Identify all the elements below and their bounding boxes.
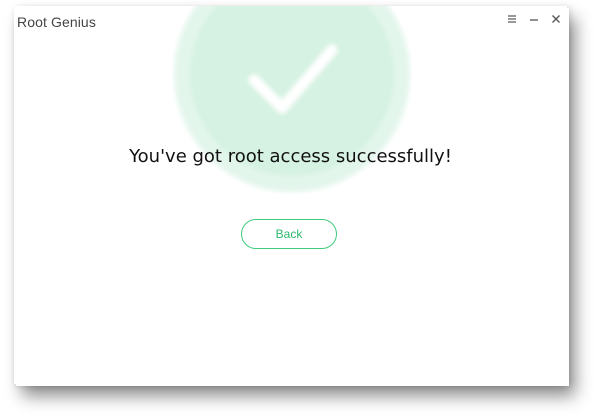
app-title: Root Genius [17, 14, 96, 30]
close-button[interactable] [545, 10, 567, 28]
minimize-icon [530, 19, 538, 21]
window-controls [501, 10, 567, 28]
screenshot-canvas: Root Genius You've got root access succe… [0, 0, 600, 417]
app-window: Root Genius You've got root access succe… [14, 6, 567, 384]
menu-button[interactable] [501, 10, 523, 28]
minimize-button[interactable] [523, 10, 545, 28]
menu-icon [508, 15, 516, 23]
success-message: You've got root access successfully! [129, 146, 452, 167]
title-bar: Root Genius [14, 6, 567, 38]
close-icon [552, 15, 560, 23]
back-button[interactable]: Back [241, 219, 337, 249]
